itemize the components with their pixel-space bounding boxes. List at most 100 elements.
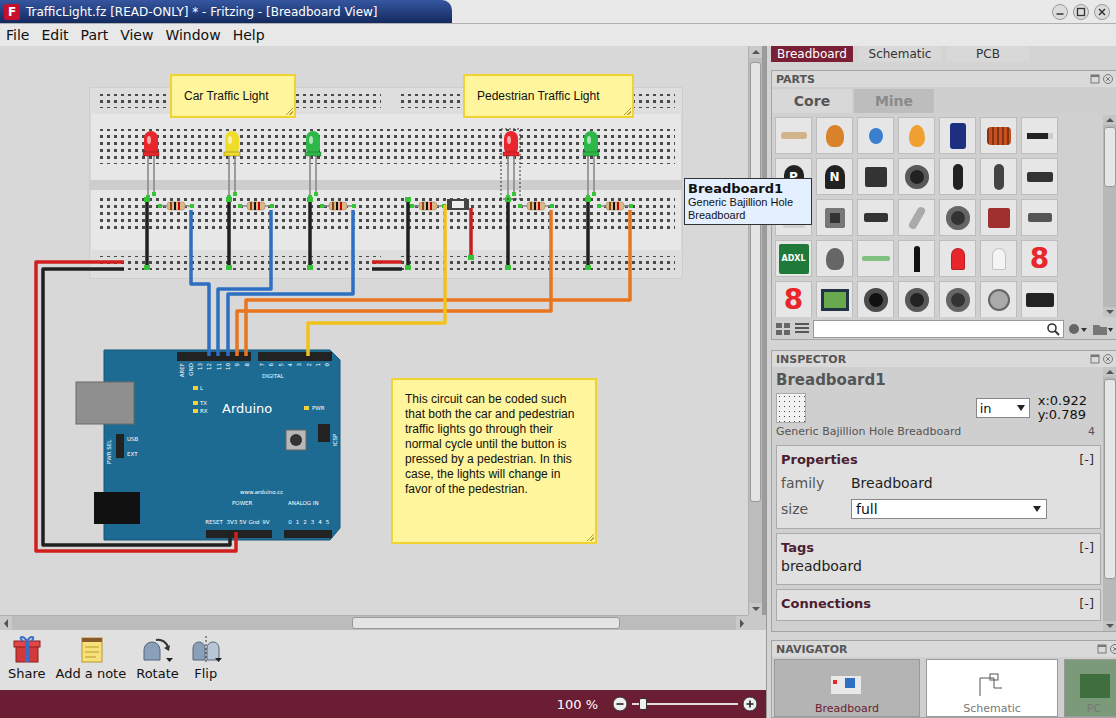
part-item[interactable] — [857, 117, 894, 154]
wire[interactable] — [372, 267, 402, 271]
jumper-wire[interactable] — [226, 197, 232, 270]
part-item[interactable] — [980, 240, 1017, 277]
unit-select[interactable]: in — [976, 398, 1030, 418]
toolbar-button[interactable]: Add a note — [56, 634, 127, 690]
resistor[interactable] — [410, 202, 446, 210]
navigator-view[interactable]: Schematic — [926, 659, 1058, 717]
toolbar-button[interactable]: Rotate — [136, 634, 179, 690]
part-item[interactable] — [980, 117, 1017, 154]
grid-view-icon[interactable] — [775, 322, 791, 336]
part-item[interactable] — [980, 158, 1017, 195]
part-item[interactable] — [939, 158, 976, 195]
resistor[interactable] — [238, 202, 274, 210]
resize-grip-icon[interactable] — [587, 534, 594, 541]
part-item[interactable] — [1021, 158, 1058, 195]
menu-item[interactable]: View — [114, 27, 159, 43]
reset-button[interactable] — [286, 430, 306, 450]
part-item[interactable] — [939, 199, 976, 236]
led[interactable] — [143, 131, 159, 199]
part-item[interactable] — [939, 281, 976, 317]
menu-item[interactable]: Edit — [35, 27, 74, 43]
resistor[interactable] — [320, 202, 356, 210]
breadboard-view[interactable]: AREFGND131211109876543210DIGITALLTXRXPWR… — [0, 46, 748, 615]
circuit-canvas[interactable]: AREFGND131211109876543210DIGITALLTXRXPWR… — [0, 46, 748, 615]
note[interactable]: This circuit can be coded such that both… — [391, 378, 597, 544]
zoom-in-icon[interactable] — [742, 696, 758, 712]
collapse-toggle[interactable]: [-] — [1079, 540, 1094, 555]
resize-grip-icon[interactable] — [624, 108, 631, 115]
scroll-right-icon[interactable] — [736, 616, 748, 631]
part-item[interactable] — [857, 158, 894, 195]
menu-item[interactable]: File — [0, 27, 35, 43]
jumper-wire[interactable] — [505, 197, 511, 270]
led[interactable] — [583, 131, 599, 199]
wire[interactable] — [372, 260, 402, 264]
inspector-scrollbar[interactable] — [1103, 367, 1116, 631]
part-item[interactable] — [857, 281, 894, 317]
toolbar-button[interactable]: Flip — [189, 634, 223, 690]
note[interactable]: Pedestrian Traffic Light — [463, 74, 634, 118]
arduino-board[interactable]: AREFGND131211109876543210DIGITALLTXRXPWR… — [76, 350, 340, 540]
menu-item[interactable]: Help — [227, 27, 271, 43]
jumper-wire[interactable] — [307, 197, 313, 270]
scroll-left-icon[interactable] — [0, 616, 12, 631]
wire[interactable] — [308, 205, 445, 356]
part-item[interactable] — [816, 240, 853, 277]
part-item[interactable] — [898, 117, 935, 154]
property-select[interactable]: full — [851, 499, 1047, 519]
close-icon[interactable] — [1094, 4, 1110, 20]
part-item[interactable] — [1021, 117, 1058, 154]
part-item[interactable] — [1021, 199, 1058, 236]
zoom-out-icon[interactable] — [612, 696, 628, 712]
float-icon[interactable] — [1090, 74, 1100, 84]
scroll-down-icon[interactable] — [749, 603, 763, 615]
list-view-icon[interactable] — [794, 322, 810, 336]
part-item[interactable] — [816, 117, 853, 154]
note[interactable]: Car Traffic Light — [170, 74, 296, 118]
led[interactable] — [305, 131, 321, 199]
part-item[interactable]: 8 — [1021, 240, 1058, 277]
part-item[interactable] — [980, 281, 1017, 317]
wire[interactable] — [43, 269, 230, 545]
collapse-toggle[interactable]: [-] — [1079, 596, 1094, 611]
float-icon[interactable] — [1090, 354, 1100, 364]
coordinates[interactable]: x:0.922y:0.789 — [1030, 394, 1101, 422]
navigator-view[interactable]: PC — [1064, 659, 1116, 717]
wire[interactable] — [36, 262, 236, 551]
view-tab[interactable]: PCB — [947, 46, 1029, 62]
dropdown-arrow-icon[interactable] — [215, 658, 222, 662]
minimize-icon[interactable] — [1052, 4, 1068, 20]
parts-search[interactable] — [813, 320, 1064, 338]
part-item[interactable] — [857, 199, 894, 236]
toolbar-button[interactable]: Share — [8, 634, 46, 690]
dropdown-arrow-icon[interactable] — [166, 658, 173, 662]
part-item[interactable] — [898, 240, 935, 277]
wire[interactable] — [237, 210, 551, 356]
part-item[interactable]: 8 — [775, 281, 812, 317]
bin-menu-icon[interactable] — [1067, 322, 1089, 336]
float-icon[interactable] — [1097, 644, 1107, 654]
part-item[interactable] — [939, 240, 976, 277]
jumper-wire[interactable] — [468, 208, 474, 260]
parts-scrollbar[interactable] — [1103, 115, 1116, 317]
part-item[interactable] — [775, 117, 812, 154]
resize-grip-icon[interactable] — [286, 108, 293, 115]
view-tab[interactable]: Schematic — [859, 46, 941, 62]
close-icon[interactable] — [1103, 74, 1113, 84]
wire[interactable] — [191, 210, 209, 356]
bin-tab[interactable]: Mine — [854, 89, 934, 113]
view-tab[interactable]: Breadboard — [771, 46, 853, 62]
part-item[interactable] — [1021, 281, 1058, 317]
maximize-icon[interactable] — [1073, 4, 1089, 20]
part-item[interactable] — [898, 158, 935, 195]
collapse-toggle[interactable]: [-] — [1079, 452, 1094, 467]
horizontal-scrollbar[interactable] — [0, 615, 748, 630]
zoom-slider[interactable] — [632, 696, 738, 712]
part-item[interactable] — [898, 199, 935, 236]
part-item[interactable] — [816, 281, 853, 317]
part-item[interactable] — [816, 199, 853, 236]
scroll-up-icon[interactable] — [749, 46, 763, 58]
navigator-view[interactable]: Breadboard — [774, 659, 920, 717]
part-item[interactable] — [939, 117, 976, 154]
wire[interactable] — [246, 210, 630, 356]
